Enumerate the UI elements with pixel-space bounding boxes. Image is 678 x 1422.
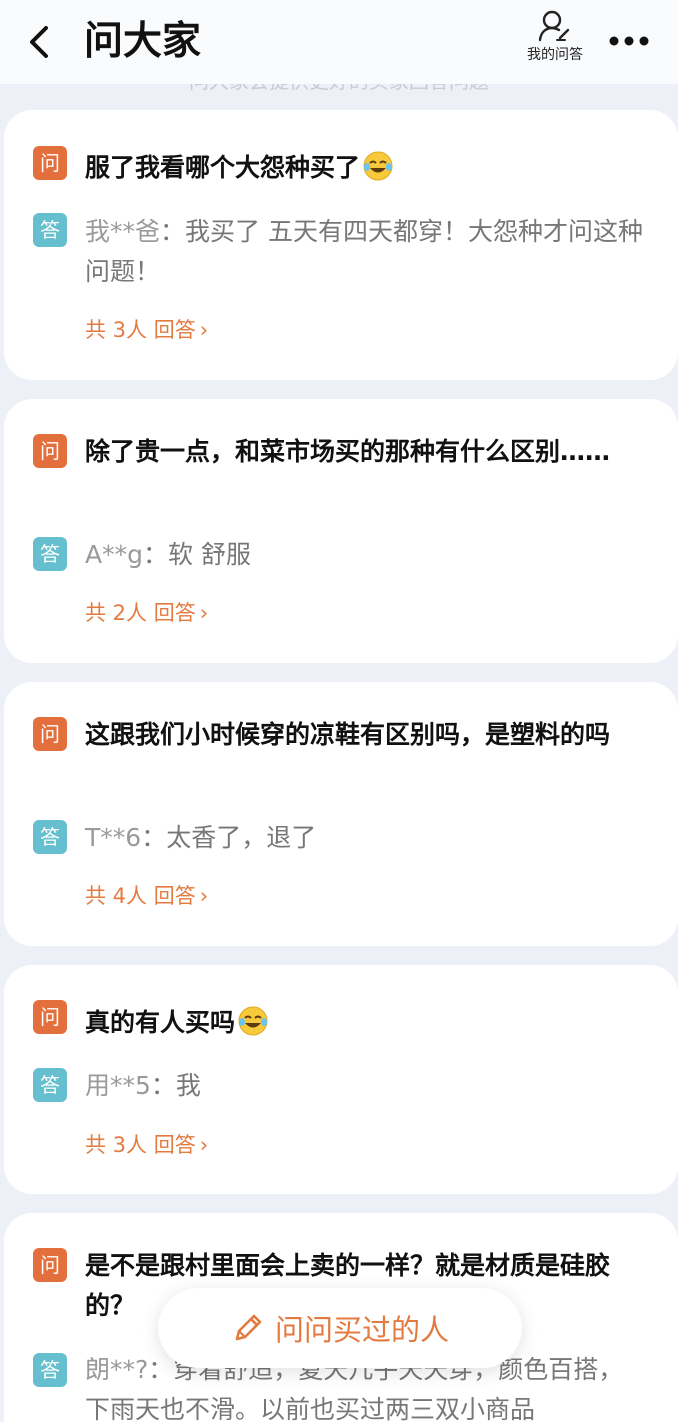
answer-user: A**g	[85, 540, 143, 569]
question-label: 真的有人买吗	[85, 1008, 236, 1037]
user-edit-icon	[538, 10, 570, 42]
page-title: 问大家	[84, 19, 202, 64]
answer-user: 我**爸	[85, 217, 161, 246]
answer-user: 朗**?	[85, 1355, 149, 1384]
question-badge: 问	[33, 1000, 67, 1034]
question-text: 服了我看哪个大怨种买了	[85, 148, 645, 188]
answer-user: T**6	[85, 823, 142, 852]
answer-count-label: 共 4人 回答	[85, 884, 196, 908]
question-badge: 问	[33, 434, 67, 468]
answer-count-label: 共 3人 回答	[85, 1133, 196, 1157]
chevron-right-icon: ›	[199, 884, 209, 908]
question-badge: 问	[33, 146, 67, 180]
answer-text: A**g：软 舒服	[85, 535, 645, 575]
answer-user: 用**5	[85, 1071, 151, 1100]
answer-separator: ：	[141, 823, 167, 852]
answer-separator: ：	[160, 217, 186, 246]
answer-separator: ：	[142, 540, 168, 569]
answer-text: T**6：太香了，退了	[85, 818, 645, 858]
answer-count-link[interactable]: 共 3人 回答 ›	[85, 1130, 208, 1160]
back-button[interactable]	[22, 20, 62, 64]
ask-buyers-label: 问问买过的人	[274, 1313, 449, 1347]
answer-content: 软 舒服	[168, 540, 251, 569]
answer-badge: 答	[33, 1068, 67, 1102]
chevron-left-icon	[30, 26, 48, 58]
my-qa-label: 我的问答	[527, 47, 583, 63]
answer-badge: 答	[33, 820, 67, 854]
answer-badge: 答	[33, 1353, 67, 1387]
chevron-right-icon: ›	[199, 1133, 209, 1157]
question-text: 真的有人买吗	[85, 1003, 645, 1043]
answer-text: 我**爸：我买了 五天有四天都穿！大怨种才问这种问题！	[85, 212, 645, 292]
answer-count-link[interactable]: 共 2人 回答 ›	[85, 598, 208, 628]
answer-count-link[interactable]: 共 3人 回答 ›	[85, 315, 208, 345]
question-badge: 问	[33, 1248, 67, 1282]
question-card[interactable]: 问 真的有人买吗 答 用**5：我 共 3人 回答 ›	[4, 965, 678, 1194]
laughing-tears-emoji-icon	[363, 151, 393, 181]
chevron-right-icon: ›	[199, 601, 209, 625]
question-text: 这跟我们小时候穿的凉鞋有区别吗，是塑料的吗	[85, 720, 611, 749]
my-qa-button[interactable]: 我的问答	[520, 10, 590, 70]
pencil-icon	[235, 1314, 262, 1341]
answer-badge: 答	[33, 213, 67, 247]
ask-buyers-button[interactable]: 问问买过的人	[158, 1288, 522, 1368]
question-label: 服了我看哪个大怨种买了	[85, 153, 361, 182]
question-card[interactable]: 问 服了我看哪个大怨种买了 答 我**爸：我买了 五天有四天都穿！大怨种才问这种…	[4, 110, 678, 380]
more-button[interactable]	[604, 24, 654, 58]
answer-badge: 答	[33, 537, 67, 571]
answer-text: 用**5：我	[85, 1066, 645, 1106]
laughing-tears-emoji-icon	[238, 1006, 268, 1036]
more-dots-icon	[609, 36, 649, 46]
answer-separator: ：	[148, 1355, 174, 1384]
question-text: 除了贵一点，和菜市场买的那种有什么区别……	[85, 437, 611, 466]
question-badge: 问	[33, 717, 67, 751]
top-bar: 问大家 我的问答	[0, 0, 678, 84]
chevron-right-icon: ›	[199, 318, 209, 342]
answer-content: 太香了，退了	[166, 823, 317, 852]
answer-content: 我	[175, 1071, 201, 1100]
answer-count-link[interactable]: 共 4人 回答 ›	[85, 881, 208, 911]
answer-count-label: 共 2人 回答	[85, 601, 196, 625]
answer-count-label: 共 3人 回答	[85, 318, 196, 342]
answer-separator: ：	[150, 1071, 176, 1100]
question-card[interactable]: 问 这跟我们小时候穿的凉鞋有区别吗，是塑料的吗 答 T**6：太香了，退了 共 …	[4, 682, 678, 946]
question-card[interactable]: 问 除了贵一点，和菜市场买的那种有什么区别…… 答 A**g：软 舒服 共 2人…	[4, 399, 678, 663]
